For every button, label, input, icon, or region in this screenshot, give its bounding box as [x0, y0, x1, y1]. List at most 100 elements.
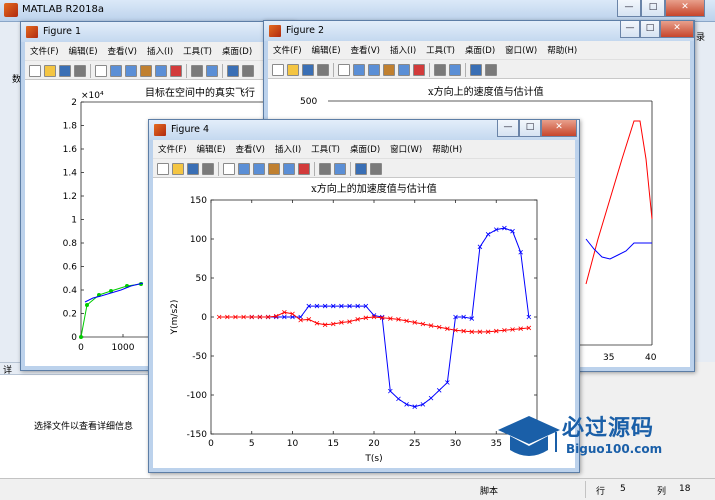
chart-point-marker — [510, 228, 515, 234]
figure1-ytick-label: 1.4 — [63, 169, 78, 179]
toolbar-tool-icon[interactable] — [172, 163, 184, 175]
figure-icon — [154, 124, 166, 136]
figure4-titlebar[interactable]: Figure 4 — □ ✕ — [149, 120, 579, 140]
status-col-value: 18 — [679, 484, 691, 494]
toolbar-tool-icon[interactable] — [95, 65, 107, 77]
menu-file[interactable]: 文件(F) — [153, 143, 192, 155]
toolbar-tool-icon[interactable] — [272, 64, 284, 76]
toolbar-tool-icon[interactable] — [470, 64, 482, 76]
toolbar-tool-icon[interactable] — [334, 163, 346, 175]
toolbar-tool-icon[interactable] — [170, 65, 182, 77]
toolbar-tool-icon[interactable] — [74, 65, 86, 77]
chart-ytick-label: -100 — [187, 391, 208, 401]
toolbar-tool-icon[interactable] — [398, 64, 410, 76]
figure2-minimize-button[interactable]: — — [620, 21, 640, 38]
figure4-minimize-button[interactable]: — — [497, 120, 519, 137]
toolbar-tool-icon[interactable] — [242, 65, 254, 77]
toolbar-tool-icon[interactable] — [223, 163, 235, 175]
menu-edit[interactable]: 编辑(E) — [64, 45, 103, 57]
figure4-maximize-button[interactable]: □ — [519, 120, 541, 137]
toolbar-tool-icon[interactable] — [370, 163, 382, 175]
status-col-label: 列 — [657, 487, 667, 497]
toolbar-tool-icon[interactable] — [317, 64, 329, 76]
toolbar-tool-icon[interactable] — [206, 65, 218, 77]
toolbar-tool-icon[interactable] — [368, 64, 380, 76]
figure-icon — [26, 26, 38, 38]
menu-file[interactable]: 文件(F) — [268, 44, 307, 56]
figure1-ytick-label: 0.4 — [63, 286, 78, 296]
figure4-close-button[interactable]: ✕ — [541, 120, 577, 137]
figure1-ytick-label: 1.2 — [63, 192, 77, 202]
left-panel-strip[interactable]: 数 — [0, 22, 22, 362]
menu-tools[interactable]: 工具(T) — [421, 44, 460, 56]
menu-help[interactable]: 帮助(H) — [542, 44, 582, 56]
toolbar-tool-icon[interactable] — [383, 64, 395, 76]
toolbar-tool-icon[interactable] — [283, 163, 295, 175]
toolbar-tool-icon[interactable] — [155, 65, 167, 77]
right-strip-label: 录 — [696, 33, 706, 43]
toolbar-tool-icon[interactable] — [302, 64, 314, 76]
figure2-maximize-button[interactable]: □ — [640, 21, 660, 38]
toolbar-tool-icon[interactable] — [202, 163, 214, 175]
toolbar-tool-icon[interactable] — [238, 163, 250, 175]
toolbar-tool-icon[interactable] — [187, 163, 199, 175]
toolbar-tool-icon[interactable] — [253, 163, 265, 175]
toolbar-tool-icon[interactable] — [287, 64, 299, 76]
menu-edit[interactable]: 编辑(E) — [307, 44, 346, 56]
toolbar-tool-icon[interactable] — [485, 64, 497, 76]
menu-desktop[interactable]: 桌面(D) — [217, 45, 257, 57]
toolbar-tool-icon[interactable] — [44, 65, 56, 77]
chart-ytick-label: 50 — [196, 274, 208, 284]
menu-view[interactable]: 查看(V) — [103, 45, 142, 57]
menu-view[interactable]: 查看(V) — [346, 44, 385, 56]
biguo-watermark: 必过源码 Biguo100.com — [496, 408, 696, 468]
maximize-button[interactable]: □ — [641, 0, 665, 17]
close-button[interactable]: ✕ — [665, 0, 705, 17]
menu-tools[interactable]: 工具(T) — [306, 143, 345, 155]
menu-insert[interactable]: 插入(I) — [270, 143, 306, 155]
menu-desktop[interactable]: 桌面(D) — [345, 143, 385, 155]
toolbar-tool-icon[interactable] — [338, 64, 350, 76]
toolbar-tool-icon[interactable] — [434, 64, 446, 76]
menu-insert[interactable]: 插入(I) — [142, 45, 178, 57]
toolbar-tool-icon[interactable] — [268, 163, 280, 175]
toolbar-tool-icon[interactable] — [125, 65, 137, 77]
toolbar-tool-icon[interactable] — [319, 163, 331, 175]
menu-view[interactable]: 查看(V) — [231, 143, 270, 155]
main-titlebar[interactable]: MATLAB R2018a — □ ✕ — [0, 0, 715, 22]
toolbar-tool-icon[interactable] — [227, 65, 239, 77]
menu-edit[interactable]: 编辑(E) — [192, 143, 231, 155]
figure1-title: Figure 1 — [43, 26, 82, 37]
toolbar-tool-icon[interactable] — [29, 65, 41, 77]
toolbar-tool-icon[interactable] — [298, 163, 310, 175]
toolbar-tool-icon[interactable] — [413, 64, 425, 76]
right-panel-strip[interactable]: 录 — [693, 22, 715, 362]
toolbar-tool-icon[interactable] — [59, 65, 71, 77]
toolbar-tool-icon[interactable] — [140, 65, 152, 77]
chart-title: x方向上的加速度值与估计值 — [311, 182, 437, 195]
toolbar-tool-icon[interactable] — [157, 163, 169, 175]
toolbar-tool-icon[interactable] — [353, 64, 365, 76]
menu-window[interactable]: 窗口(W) — [385, 143, 427, 155]
toolbar-separator — [465, 63, 466, 77]
figure1-xtick-label: 0 — [78, 343, 84, 353]
figure2-titlebar[interactable]: Figure 2 — □ ✕ — [264, 21, 694, 41]
toolbar-tool-icon[interactable] — [191, 65, 203, 77]
menu-tools[interactable]: 工具(T) — [178, 45, 217, 57]
toolbar-tool-icon[interactable] — [355, 163, 367, 175]
menu-file[interactable]: 文件(F) — [25, 45, 64, 57]
figure1-titlebar[interactable]: Figure 1 — [21, 22, 294, 42]
toolbar-separator — [350, 162, 351, 176]
toolbar-separator — [186, 64, 187, 78]
menu-help[interactable]: 帮助(H) — [427, 143, 467, 155]
figure2-close-button[interactable]: ✕ — [660, 21, 694, 38]
status-separator — [585, 481, 586, 498]
minimize-button[interactable]: — — [617, 0, 641, 17]
chart-point-marker — [485, 232, 491, 237]
menu-desktop[interactable]: 桌面(D) — [460, 44, 500, 56]
menu-insert[interactable]: 插入(I) — [385, 44, 421, 56]
menu-window[interactable]: 窗口(W) — [500, 44, 542, 56]
toolbar-tool-icon[interactable] — [110, 65, 122, 77]
toolbar-tool-icon[interactable] — [449, 64, 461, 76]
figure2-blue-series — [585, 238, 652, 260]
